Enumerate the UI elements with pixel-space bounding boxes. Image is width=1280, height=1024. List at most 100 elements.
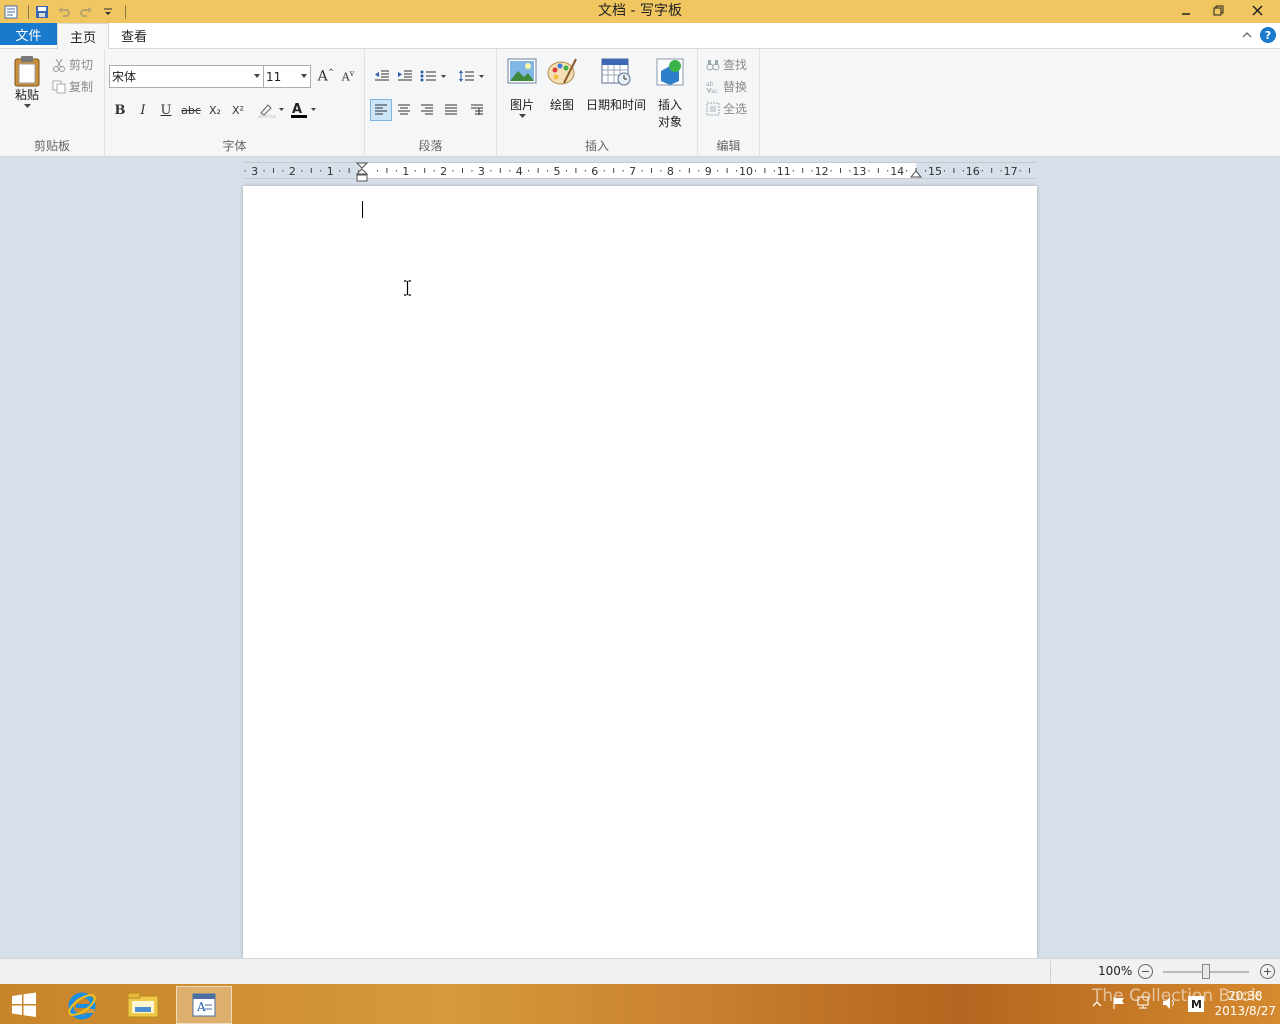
font-family-value: 宋体 bbox=[112, 70, 137, 84]
zoom-slider-thumb[interactable] bbox=[1202, 964, 1210, 979]
copy-button[interactable]: 复制 bbox=[52, 78, 93, 95]
paint-drawing-button[interactable]: 绘图 bbox=[545, 57, 579, 114]
superscript-button[interactable]: X² bbox=[227, 99, 249, 121]
ruler-label: 6 bbox=[591, 165, 598, 178]
ruler-tick bbox=[1000, 170, 1002, 172]
taskbar-wordpad[interactable]: A bbox=[176, 986, 232, 1024]
ruler-tick bbox=[877, 168, 879, 173]
tab-home[interactable]: 主页 bbox=[57, 22, 110, 50]
ruler[interactable]: 3 2 1 1 2 3 4 5 6 7 8 9 10 11 12 13 14 15 16 17 bbox=[243, 162, 1037, 182]
align-left-button[interactable] bbox=[370, 99, 392, 121]
font-size-select[interactable]: 11 bbox=[263, 65, 311, 88]
ruler-tick bbox=[840, 168, 841, 173]
ruler-label: 17 bbox=[1004, 165, 1018, 178]
save-icon[interactable] bbox=[33, 3, 51, 21]
document-page[interactable] bbox=[243, 186, 1037, 958]
select-all-label: 全选 bbox=[723, 102, 748, 116]
ruler-tick bbox=[244, 170, 246, 172]
paste-button[interactable]: 粘贴 bbox=[8, 55, 46, 109]
taskbar-internet-explorer[interactable] bbox=[54, 986, 110, 1024]
decrease-indent-button[interactable] bbox=[371, 65, 393, 87]
find-button[interactable]: 查找 bbox=[706, 56, 747, 73]
indent-markers-icon[interactable] bbox=[356, 162, 368, 184]
ruler-tick bbox=[925, 170, 927, 172]
ruler-tick bbox=[906, 170, 908, 172]
font-color-button[interactable]: A bbox=[289, 99, 319, 121]
justify-button[interactable] bbox=[440, 99, 462, 121]
ruler-tick bbox=[462, 168, 463, 173]
replace-button[interactable]: ab ac 替换 bbox=[706, 78, 747, 95]
calendar-clock-icon bbox=[601, 58, 631, 86]
title-bar: 文档 - 写字板 bbox=[0, 0, 1280, 23]
start-button[interactable] bbox=[0, 986, 48, 1024]
bullet-list-icon bbox=[420, 70, 446, 82]
subscript-button[interactable]: X₂ bbox=[204, 99, 226, 121]
ruler-tick bbox=[811, 170, 813, 172]
bullet-list-button[interactable] bbox=[419, 65, 449, 87]
font-color-icon: A bbox=[291, 102, 316, 118]
replace-label: 替换 bbox=[723, 80, 748, 94]
strikethrough-button[interactable]: abc bbox=[180, 99, 202, 121]
paste-dropdown-icon bbox=[23, 104, 31, 108]
picture-dropdown-icon bbox=[518, 114, 526, 118]
shrink-font-button[interactable]: Av bbox=[337, 65, 359, 87]
ruler-tick bbox=[339, 170, 341, 172]
wordpad-icon: A bbox=[192, 993, 216, 1017]
redo-icon[interactable] bbox=[77, 3, 95, 21]
align-right-button[interactable] bbox=[416, 99, 438, 121]
scissors-icon bbox=[53, 58, 65, 72]
app-icon[interactable] bbox=[2, 3, 20, 21]
taskbar-file-explorer[interactable] bbox=[115, 986, 171, 1024]
cut-label: 剪切 bbox=[69, 58, 94, 72]
increase-indent-button[interactable] bbox=[394, 65, 416, 87]
ruler-tick bbox=[698, 170, 700, 172]
undo-icon[interactable] bbox=[55, 3, 73, 21]
binoculars-icon bbox=[706, 59, 720, 70]
italic-button[interactable]: I bbox=[132, 99, 154, 121]
paragraph-settings-button[interactable] bbox=[466, 99, 488, 121]
zoom-in-button[interactable]: + bbox=[1260, 964, 1275, 979]
highlight-color-button[interactable] bbox=[255, 99, 287, 121]
align-center-button[interactable] bbox=[393, 99, 415, 121]
tab-file[interactable]: 文件 bbox=[0, 23, 57, 45]
highlighter-icon bbox=[258, 104, 284, 118]
copy-label: 复制 bbox=[69, 80, 94, 94]
insert-picture-button[interactable]: 图片 bbox=[505, 57, 539, 119]
zoom-level: 100% bbox=[1098, 964, 1133, 978]
line-spacing-button[interactable] bbox=[457, 65, 487, 87]
underline-button[interactable]: U bbox=[155, 99, 177, 121]
select-all-button[interactable]: 全选 bbox=[706, 100, 747, 117]
ruler-tick bbox=[395, 170, 397, 172]
ruler-tick bbox=[282, 170, 284, 172]
insert-object-button[interactable]: 插入 对象 bbox=[651, 57, 689, 131]
ruler-tick bbox=[584, 170, 586, 172]
restore-button[interactable] bbox=[1202, 0, 1234, 21]
minimize-button[interactable] bbox=[1170, 0, 1202, 21]
collapse-ribbon-icon[interactable] bbox=[1242, 28, 1252, 42]
ruler-tick bbox=[962, 170, 964, 172]
ruler-tick bbox=[310, 168, 312, 173]
align-right-icon bbox=[421, 104, 433, 115]
show-hidden-icons-icon[interactable] bbox=[1092, 997, 1102, 1011]
zoom-out-button[interactable]: − bbox=[1138, 964, 1153, 979]
input-method-icon[interactable]: M bbox=[1188, 996, 1205, 1012]
font-family-select[interactable]: 宋体 bbox=[109, 65, 264, 88]
ruler-tick bbox=[1029, 168, 1030, 173]
date-time-button[interactable]: 日期和时间 bbox=[585, 57, 647, 114]
cut-button[interactable]: 剪切 bbox=[52, 56, 93, 73]
ruler-tick bbox=[726, 168, 728, 173]
customize-qat-icon[interactable] bbox=[99, 3, 117, 21]
network-icon[interactable] bbox=[1136, 996, 1152, 1013]
action-center-flag-icon[interactable] bbox=[1112, 996, 1126, 1013]
volume-icon[interactable] bbox=[1162, 996, 1178, 1013]
grow-font-button[interactable]: A^ bbox=[315, 65, 337, 87]
ruler-tick bbox=[688, 168, 690, 173]
clock[interactable]: 20:38 2013/8/27 bbox=[1214, 989, 1276, 1019]
right-indent-marker-icon[interactable] bbox=[910, 166, 922, 178]
font-group-label: 字体 bbox=[222, 139, 247, 153]
tab-view[interactable]: 查看 bbox=[109, 23, 159, 49]
bold-button[interactable]: B bbox=[109, 99, 131, 121]
ruler-label: 5 bbox=[554, 165, 561, 178]
close-button[interactable] bbox=[1234, 0, 1280, 21]
help-icon[interactable]: ? bbox=[1260, 27, 1276, 43]
